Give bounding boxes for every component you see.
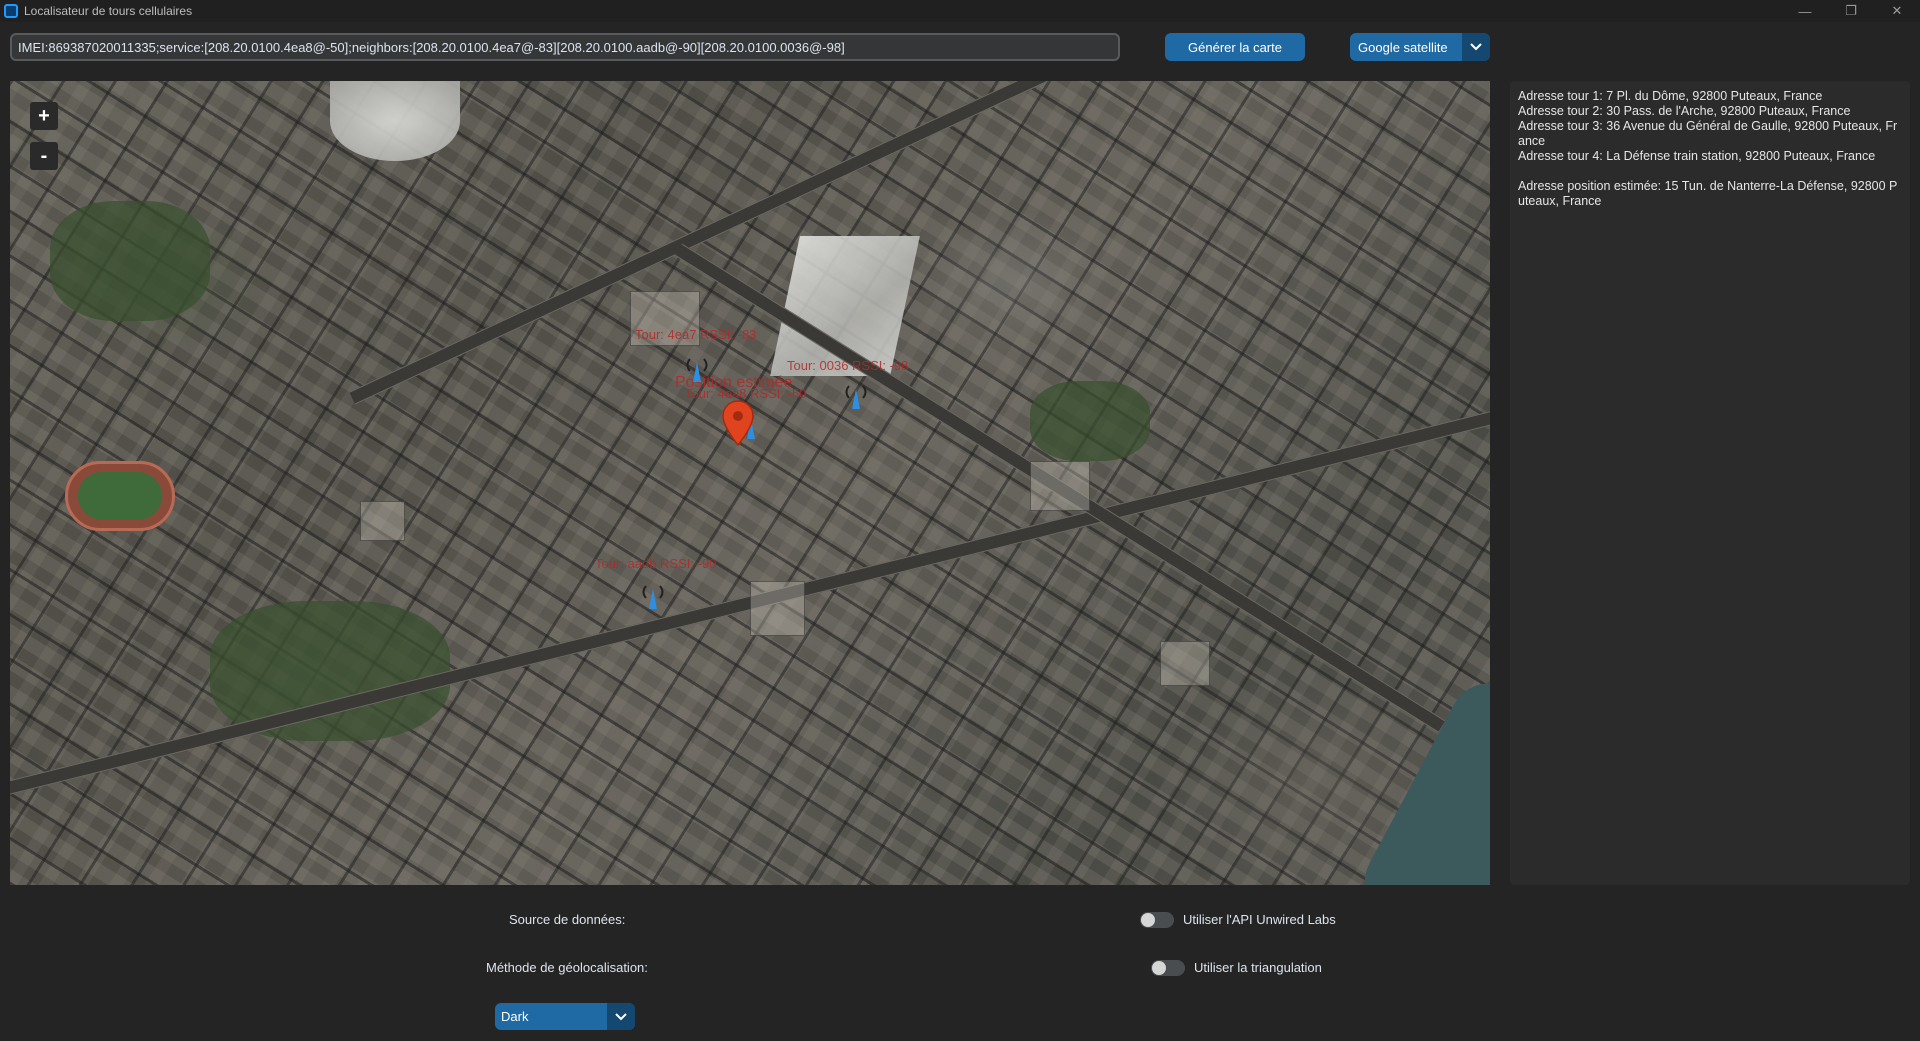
- map-type-select[interactable]: Google satellite: [1350, 33, 1490, 61]
- tower-address-line: Adresse tour 3: 36 Avenue du Général de …: [1518, 119, 1898, 148]
- tower-address-line: Adresse tour 2: 30 Pass. de l'Arche, 928…: [1518, 104, 1851, 118]
- unwired-labs-switch[interactable]: [1140, 912, 1174, 928]
- map-stadium-track: [65, 461, 175, 531]
- title-bar: Localisateur de tours cellulaires — ❐ ✕: [0, 0, 1920, 22]
- theme-select[interactable]: Dark: [495, 1003, 635, 1030]
- tower-label-aadb: Tour: aadb RSSI: -90: [595, 556, 717, 571]
- switch-knob: [1152, 961, 1166, 975]
- unwired-labs-switch-label[interactable]: Utiliser l'API Unwired Labs: [1183, 912, 1336, 927]
- close-button[interactable]: ✕: [1874, 0, 1920, 22]
- imei-input[interactable]: [10, 33, 1120, 61]
- triangulation-switch[interactable]: [1151, 960, 1185, 976]
- zoom-in-button[interactable]: +: [30, 102, 58, 130]
- app-icon: [4, 4, 18, 18]
- window-controls: — ❐ ✕: [1782, 0, 1920, 22]
- map-park: [210, 601, 450, 741]
- generate-map-button[interactable]: Générer la carte: [1165, 33, 1305, 61]
- map-building: [360, 501, 405, 541]
- map-road: [349, 81, 1171, 405]
- chevron-down-icon[interactable]: [607, 1003, 635, 1030]
- satellite-map[interactable]: Tour: 4ea7 RSSI: -83 Tour: 0036 RSSI: -9…: [10, 81, 1490, 885]
- maximize-button[interactable]: ❐: [1828, 0, 1874, 22]
- cell-tower-icon[interactable]: [841, 381, 871, 411]
- map-park: [1030, 381, 1150, 461]
- tower-address-line: Adresse tour 1: 7 Pl. du Dôme, 92800 Put…: [1518, 89, 1823, 103]
- address-info-panel: Adresse tour 1: 7 Pl. du Dôme, 92800 Put…: [1510, 81, 1910, 885]
- map-park: [50, 201, 210, 321]
- cell-tower-icon[interactable]: [682, 354, 712, 384]
- map-river: [1350, 669, 1490, 885]
- triangulation-switch-label[interactable]: Utiliser la triangulation: [1194, 960, 1322, 975]
- switch-knob: [1141, 913, 1155, 927]
- location-pin-icon[interactable]: [721, 399, 755, 447]
- tower-label-4ea7: Tour: 4ea7 RSSI: -83: [635, 327, 757, 342]
- estimated-address-line: Adresse position estimée: 15 Tun. de Nan…: [1518, 179, 1898, 208]
- map-building: [750, 581, 805, 636]
- window-title: Localisateur de tours cellulaires: [24, 4, 193, 18]
- chevron-down-icon[interactable]: [1462, 33, 1490, 61]
- data-source-label: Source de données:: [509, 912, 626, 927]
- theme-value: Dark: [501, 1009, 529, 1024]
- map-type-value: Google satellite: [1358, 39, 1448, 55]
- map-building: [1160, 641, 1210, 686]
- map-building-cnit: [330, 81, 460, 161]
- tower-address-line: Adresse tour 4: La Défense train station…: [1518, 149, 1876, 163]
- minimize-button[interactable]: —: [1782, 0, 1828, 22]
- tower-label-0036: Tour: 0036 RSSI: -98: [787, 358, 909, 373]
- zoom-out-button[interactable]: -: [30, 142, 58, 170]
- geolocation-method-label: Méthode de géolocalisation:: [486, 960, 648, 975]
- cell-tower-icon[interactable]: [638, 581, 668, 611]
- map-building: [1030, 461, 1090, 511]
